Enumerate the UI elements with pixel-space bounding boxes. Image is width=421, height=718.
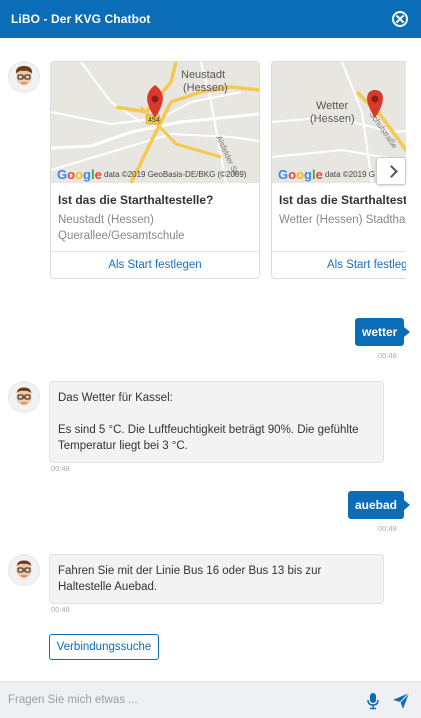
chat-input-bar — [0, 681, 421, 718]
svg-text:454: 454 — [148, 117, 160, 124]
message-timestamp: 00:48 — [51, 464, 70, 473]
bot-avatar — [9, 382, 39, 412]
map-attribution: data ©2019 G — [325, 170, 375, 179]
bot-message: Das Wetter für Kassel: Es sind 5 °C. Die… — [49, 381, 384, 463]
bot-avatar — [9, 555, 39, 585]
card-title: Ist das die Starthaltestelle? — [58, 193, 214, 207]
user-message: wetter — [355, 318, 411, 346]
set-start-button[interactable]: Als Start festlegen — [51, 252, 259, 278]
chat-title: LiBO - Der KVG Chatbot — [11, 12, 151, 26]
svg-text:(Hessen): (Hessen) — [183, 82, 228, 94]
stop-carousel: Neustadt (Hessen) Alsfelder Str 454 Goog… — [50, 61, 406, 279]
bot-message-line: Fahren Sie mit der Linie Bus 16 oder Bus… — [58, 565, 322, 593]
bot-message: Fahren Sie mit der Linie Bus 16 oder Bus… — [49, 554, 384, 604]
connection-search-button[interactable]: Verbindungssuche — [49, 634, 159, 660]
svg-text:Wetter: Wetter — [316, 100, 349, 112]
svg-text:Neustadt: Neustadt — [181, 69, 225, 81]
user-message-text: wetter — [362, 325, 398, 339]
microphone-icon[interactable] — [366, 692, 380, 710]
message-timestamp: 00:48 — [378, 351, 397, 360]
message-timestamp: 00:48 — [51, 605, 70, 614]
svg-text:Google: Google — [278, 167, 323, 182]
card-title: Ist das die Starthaltestelle? — [279, 193, 406, 207]
message-timestamp: 00:48 — [378, 524, 397, 533]
stop-map[interactable]: Neustadt (Hessen) Alsfelder Str 454 Goog… — [51, 62, 259, 183]
chat-input[interactable] — [8, 689, 348, 711]
card-stop-city: Wetter (Hessen) Stadthalle — [279, 214, 406, 226]
map-attribution: data ©2019 GeoBasis-DE/BKG (©2009) — [104, 170, 247, 179]
user-message: auebad — [348, 491, 411, 519]
card-stop-city: Neustadt (Hessen) — [58, 214, 154, 226]
chat-header: LiBO - Der KVG Chatbot — [0, 0, 421, 38]
svg-text:Google: Google — [57, 167, 102, 182]
svg-text:(Hessen): (Hessen) — [310, 113, 355, 125]
stop-card: Neustadt (Hessen) Alsfelder Str 454 Goog… — [50, 61, 260, 279]
send-icon[interactable] — [392, 692, 410, 710]
bot-message-spacer — [58, 406, 375, 422]
chevron-right-icon[interactable] — [376, 157, 406, 185]
card-stop-name: Querallee/Gesamtschule — [58, 230, 185, 242]
bot-message-line: Es sind 5 °C. Die Luftfeuchtigkeit beträ… — [58, 424, 359, 452]
bot-avatar — [9, 62, 39, 92]
set-start-button[interactable]: Als Start festlegen — [272, 252, 406, 278]
close-icon[interactable] — [392, 11, 408, 27]
user-message-text: auebad — [355, 498, 398, 512]
bot-message-line: Das Wetter für Kassel: — [58, 392, 173, 404]
